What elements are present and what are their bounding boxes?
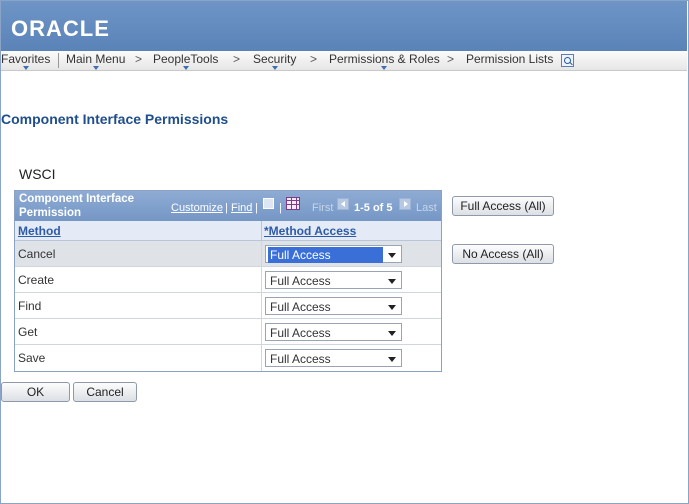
link-divider: | xyxy=(225,202,228,214)
nav-permission-lists[interactable]: Permission Lists xyxy=(466,52,553,66)
dropdown-arrow-icon xyxy=(388,357,396,362)
column-divider xyxy=(261,241,262,267)
search-icon[interactable] xyxy=(561,54,574,67)
select-value: Full Access xyxy=(270,352,331,366)
next-arrow-icon[interactable] xyxy=(399,198,411,210)
cancel-button[interactable]: Cancel xyxy=(73,382,137,402)
select-value: Full Access xyxy=(270,300,331,314)
chevron-down-icon xyxy=(271,66,278,70)
pager-last[interactable]: Last xyxy=(416,202,437,214)
download-grid-icon[interactable] xyxy=(286,197,300,210)
previous-arrow-icon[interactable] xyxy=(337,198,349,210)
nav-separator: > xyxy=(310,52,318,66)
customize-link[interactable]: Customize xyxy=(171,202,223,214)
column-header-method[interactable]: Method xyxy=(15,221,262,241)
method-access-select[interactable]: Full Access xyxy=(265,271,402,289)
nav-security[interactable]: Security xyxy=(253,52,297,70)
pager-first[interactable]: First xyxy=(312,202,333,214)
grid-title: Component Interface Permission xyxy=(19,193,135,219)
select-value: Full Access xyxy=(268,247,383,263)
select-value: Full Access xyxy=(270,274,331,288)
method-access-select[interactable]: Full Access xyxy=(265,323,402,341)
table-row[interactable]: Get Full Access xyxy=(15,319,441,345)
table-row[interactable]: Find Full Access xyxy=(15,293,441,319)
dropdown-arrow-icon xyxy=(388,253,396,258)
brand-bar: ORACLE xyxy=(1,1,687,51)
method-cell: Save xyxy=(18,351,46,365)
column-divider xyxy=(261,267,262,293)
dropdown-arrow-icon xyxy=(388,279,396,284)
component-interface-name: WSCI xyxy=(19,166,56,182)
full-access-all-button[interactable]: Full Access (All) xyxy=(452,196,554,216)
permission-grid: Component Interface Permission Customize… xyxy=(14,190,442,372)
nav-label: Permission Lists xyxy=(466,52,554,66)
breadcrumb: Favorites Main Menu > PeopleTools > Secu… xyxy=(1,51,687,71)
method-cell: Create xyxy=(18,273,55,287)
method-cell: Get xyxy=(18,325,38,339)
select-value: Full Access xyxy=(270,326,331,340)
chevron-down-icon xyxy=(182,66,189,70)
method-cell: Cancel xyxy=(18,247,56,261)
column-divider xyxy=(261,293,262,319)
nav-peopletools[interactable]: PeopleTools xyxy=(153,52,219,70)
column-header-label: Method xyxy=(18,224,61,238)
nav-label: Main Menu xyxy=(66,52,126,66)
table-row[interactable]: Cancel Full Access xyxy=(15,241,441,267)
nav-separator: > xyxy=(135,52,143,66)
page-title: Component Interface Permissions xyxy=(1,111,229,127)
ok-button[interactable]: OK xyxy=(1,382,70,402)
method-cell: Find xyxy=(18,299,42,313)
oracle-logo: ORACLE xyxy=(11,16,110,41)
column-divider xyxy=(261,345,262,371)
chevron-down-icon xyxy=(22,66,29,70)
nav-favorites[interactable]: Favorites xyxy=(1,52,51,70)
method-access-select[interactable]: Full Access xyxy=(265,297,402,315)
nav-label: Permissions & Roles xyxy=(329,52,440,66)
column-header-label: *Method Access xyxy=(264,224,357,238)
column-divider xyxy=(261,319,262,345)
nav-label: PeopleTools xyxy=(153,52,219,66)
nav-separator: > xyxy=(447,52,455,66)
chevron-down-icon xyxy=(381,66,388,70)
nav-permissions-roles[interactable]: Permissions & Roles xyxy=(329,52,440,70)
grid-header: Component Interface Permission Customize… xyxy=(15,191,441,221)
link-divider: | xyxy=(279,202,282,214)
method-access-select[interactable]: Full Access xyxy=(265,245,402,263)
pager-range: 1-5 of 5 xyxy=(354,202,393,214)
no-access-all-button[interactable]: No Access (All) xyxy=(452,244,554,264)
find-link[interactable]: Find xyxy=(231,202,252,214)
table-row[interactable]: Save Full Access xyxy=(15,345,441,371)
view-all-icon[interactable] xyxy=(263,198,274,209)
nav-main-menu[interactable]: Main Menu xyxy=(66,52,126,70)
dropdown-arrow-icon xyxy=(388,305,396,310)
nav-label: Favorites xyxy=(1,52,51,66)
method-access-select[interactable]: Full Access xyxy=(265,349,402,367)
link-divider: | xyxy=(255,202,258,214)
table-row[interactable]: Create Full Access xyxy=(15,267,441,293)
nav-separator: > xyxy=(233,52,241,66)
column-header-method-access[interactable]: *Method Access xyxy=(262,221,441,241)
chevron-down-icon xyxy=(92,66,99,70)
dropdown-arrow-icon xyxy=(388,331,396,336)
nav-label: Security xyxy=(253,52,297,66)
nav-divider xyxy=(58,53,59,68)
